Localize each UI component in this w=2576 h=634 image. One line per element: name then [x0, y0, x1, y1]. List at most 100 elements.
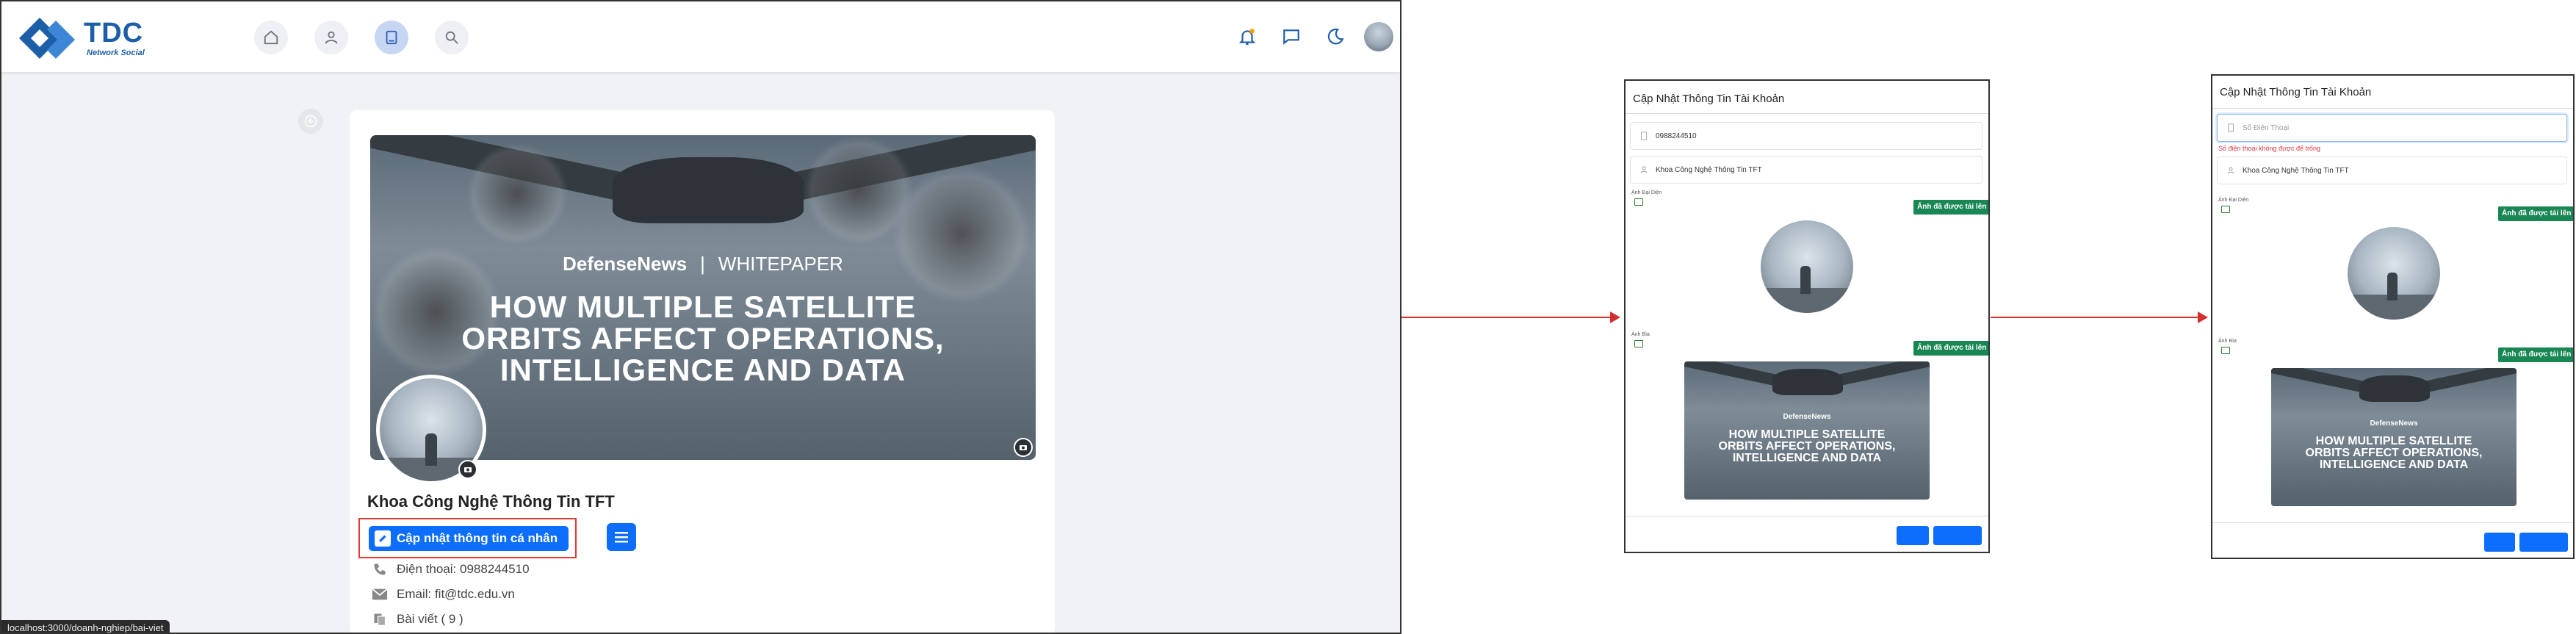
- name-value: Khoa Công Nghệ Thông Tin TFT: [1656, 165, 1762, 174]
- envelope-icon: [370, 586, 389, 602]
- name-field[interactable]: Khoa Công Nghệ Thông Tin TFT: [2217, 156, 2567, 184]
- name-value: Khoa Công Nghệ Thông Tin TFT: [2243, 166, 2349, 175]
- plane-body: [2359, 375, 2430, 402]
- flow-arrow: [1991, 317, 2199, 318]
- cover-brand-line: DefenseNews: [1684, 413, 1930, 421]
- avatar-preview: [1761, 220, 1853, 313]
- avatar-label: Ảnh Đại Diện: [2218, 198, 2249, 203]
- cover-headline-line: HOW MULTIPLE SATELLITE: [489, 289, 917, 324]
- logo-text[interactable]: TDC: [84, 18, 143, 49]
- cover-headline-line: ORBITS AFFECT OPERATIONS,: [1718, 440, 1896, 453]
- book-icon: [386, 30, 397, 45]
- moon-icon: [1327, 28, 1344, 45]
- modal-divider: [2212, 108, 2573, 109]
- cover-headline: HOW MULTIPLE SATELLITE ORBITS AFFECT OPE…: [1684, 429, 1930, 464]
- cover-headline-line: HOW MULTIPLE SATELLITE: [1728, 428, 1886, 441]
- cover-uploaded-badge: Ảnh đã được tải lên: [1913, 341, 1988, 356]
- cover-brand-line: DefenseNews: [2271, 419, 2517, 428]
- modal-title: Cập Nhật Thông Tin Tài Khoản: [2220, 86, 2372, 98]
- change-cover-button[interactable]: [1014, 438, 1033, 457]
- flow-arrow: [1401, 317, 1612, 318]
- cover-headline-line: INTELLIGENCE AND DATA: [1732, 452, 1882, 464]
- search-icon: [445, 31, 458, 44]
- image-upload-icon[interactable]: [1634, 198, 1643, 206]
- cover-brand-bold: DefenseNews: [2370, 419, 2418, 428]
- notifications-button[interactable]: [1234, 24, 1260, 50]
- update-info-label: Cập nhật thông tin cá nhân: [397, 531, 558, 545]
- dark-mode-toggle[interactable]: [1322, 24, 1349, 50]
- posts-row: Bài viết ( 9 ): [370, 611, 463, 627]
- name-field[interactable]: Khoa Công Nghệ Thông Tin TFT: [1630, 156, 1982, 184]
- modal-save-button[interactable]: [2519, 533, 2568, 552]
- messages-button[interactable]: [1278, 24, 1305, 50]
- cover-label: Ảnh Bìa: [1631, 332, 1650, 337]
- nav-home[interactable]: [254, 21, 288, 54]
- flow-arrow-head: [2198, 311, 2208, 323]
- phone-error-message: Số điện thoại không được để trống: [2218, 145, 2321, 152]
- image-upload-icon[interactable]: [2221, 206, 2230, 213]
- profile-card: DefenseNews | WHITEPAPER HOW MULTIPLE SATE…: [350, 110, 1055, 633]
- avatar-label: Ảnh Đại Diện: [1631, 190, 1662, 195]
- cover-brand-bold: DefenseNews: [563, 253, 688, 275]
- user-icon: [2226, 165, 2235, 176]
- propeller: [466, 143, 569, 245]
- phone-placeholder: Số Điện Thoại: [2243, 123, 2290, 132]
- change-avatar-button[interactable]: [458, 460, 477, 479]
- modal-save-button[interactable]: [1933, 526, 1982, 545]
- cover-headline-line: INTELLIGENCE AND DATA: [2319, 458, 2469, 471]
- cover-label: Ảnh Bìa: [2218, 339, 2237, 344]
- avatar-uploaded-badge: Ảnh đã được tải lên: [1913, 200, 1988, 215]
- camera-icon: [1020, 445, 1027, 450]
- phone-text: Điện thoại: 0988244510: [397, 562, 530, 576]
- chat-icon: [1283, 29, 1299, 45]
- camera-icon: [464, 467, 472, 472]
- avatar-figure: [425, 433, 437, 466]
- image-upload-icon[interactable]: [1634, 340, 1643, 347]
- cover-headline: HOW MULTIPLE SATELLITE ORBITS AFFECT OPE…: [370, 291, 1036, 386]
- nav-search[interactable]: [435, 21, 469, 54]
- email-text: Email: fit@tdc.edu.vn: [397, 587, 515, 601]
- cover-headline: HOW MULTIPLE SATELLITE ORBITS AFFECT OPE…: [2271, 436, 2517, 471]
- phone-field[interactable]: Số Điện Thoại: [2217, 114, 2567, 142]
- modal-title: Cập Nhật Thông Tin Tài Khoản: [1633, 93, 1785, 105]
- phone-value: 0988244510: [1656, 132, 1697, 140]
- top-navbar: TDC Network Social: [1, 1, 1400, 72]
- cover-preview: DefenseNews HOW MULTIPLE SATELLITE ORBIT…: [1684, 361, 1930, 500]
- back-button[interactable]: [298, 109, 323, 134]
- email-row: Email: fit@tdc.edu.vn: [370, 586, 515, 602]
- arrow-left-icon: [304, 115, 317, 128]
- modal-close-button[interactable]: [2484, 533, 2515, 552]
- avatar-figure: [2387, 273, 2398, 300]
- posts-text: Bài viết ( 9 ): [397, 612, 463, 626]
- phone-icon: [370, 561, 389, 577]
- more-menu-button[interactable]: [607, 523, 636, 551]
- user-icon: [1639, 165, 1648, 175]
- status-bar-url: localhost:3000/doanh-nghiep/bai-viet: [1, 620, 170, 633]
- phone-field[interactable]: 0988244510: [1630, 122, 1982, 150]
- profile-name: Khoa Công Nghệ Thông Tin TFT: [367, 492, 615, 511]
- nav-profile[interactable]: [314, 21, 348, 54]
- update-account-modal-error: Cập Nhật Thông Tin Tài Khoản Số Điện Tho…: [2211, 74, 2575, 559]
- update-info-button[interactable]: Cập nhật thông tin cá nhân: [369, 526, 569, 551]
- modal-divider: [1626, 113, 1988, 114]
- cover-brand-light: WHITEPAPER: [718, 253, 843, 275]
- pencil-icon: [375, 530, 391, 547]
- modal-close-button[interactable]: [1897, 526, 1929, 545]
- home-icon: [264, 30, 278, 45]
- cover-uploaded-badge: Ảnh đã được tải lên: [2498, 347, 2573, 362]
- modal-divider: [2212, 522, 2573, 523]
- cover-headline-line: HOW MULTIPLE SATELLITE: [2315, 435, 2472, 447]
- tdc-logo-icon[interactable]: [18, 16, 76, 63]
- avatar-uploaded-badge: Ảnh đã được tải lên: [2498, 206, 2573, 221]
- propeller: [892, 165, 1031, 304]
- phone-icon: [2226, 123, 2235, 133]
- cover-preview: DefenseNews HOW MULTIPLE SATELLITE ORBIT…: [2271, 368, 2517, 506]
- image-upload-icon[interactable]: [2221, 347, 2230, 354]
- bell-icon: [1238, 29, 1256, 46]
- nav-posts[interactable]: [375, 21, 408, 54]
- avatar-figure: [1800, 266, 1811, 294]
- cover-headline-line: ORBITS AFFECT OPERATIONS,: [461, 321, 945, 356]
- plane-body: [613, 157, 804, 223]
- avatar[interactable]: [1364, 22, 1393, 51]
- phone-row: Điện thoại: 0988244510: [370, 561, 530, 577]
